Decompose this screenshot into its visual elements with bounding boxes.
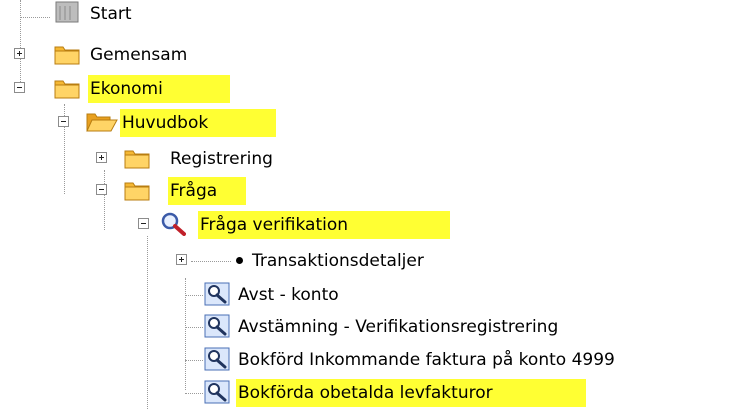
tree-item-gemensam[interactable]: Gemensam (0, 38, 747, 72)
tree-item-huvudbok[interactable]: Huvudbok (0, 106, 747, 140)
tree-item-label: Gemensam (90, 45, 188, 65)
search-report-icon (204, 347, 230, 371)
folder-closed-icon (54, 80, 80, 99)
search-report-icon (204, 380, 230, 404)
folder-closed-icon (54, 46, 80, 65)
tree-item-label: Avst - konto (238, 285, 339, 305)
magnifier-icon (161, 212, 186, 236)
tree-item-registrering[interactable]: Registrering (0, 142, 747, 176)
folder-closed-icon (124, 182, 150, 201)
search-report-icon (204, 282, 230, 306)
collapse-icon[interactable] (96, 184, 107, 195)
tree-item-bokforda-obetalda[interactable]: Bokförda obetalda levfakturor (0, 376, 747, 410)
bullet-icon (236, 257, 243, 264)
tree-item-label: Fråga (168, 177, 246, 205)
tree-item-transaktionsdetaljer[interactable]: Transaktionsdetaljer (0, 244, 747, 278)
tree-item-fraga-verifikation[interactable]: Fråga verifikation (0, 208, 747, 242)
search-report-icon (204, 314, 230, 338)
tree-item-ekonomi[interactable]: Ekonomi (0, 72, 747, 106)
expand-icon[interactable] (14, 48, 25, 59)
tree-item-label: Avstämning - Verifikationsregistrering (238, 317, 559, 337)
tree-item-label: Registrering (170, 149, 273, 169)
tree-item-label: Start (90, 4, 132, 24)
expand-icon[interactable] (96, 152, 107, 163)
tree-item-start[interactable]: Start (0, 1, 747, 36)
tree-item-label: Ekonomi (88, 75, 230, 103)
folder-open-icon (86, 113, 118, 132)
collapse-icon[interactable] (58, 116, 69, 127)
tree-item-fraga[interactable]: Fråga (0, 174, 747, 208)
tree-item-avst-konto[interactable]: Avst - konto (0, 278, 747, 312)
tree-item-bokford-inkommande[interactable]: Bokförd Inkommande faktura på konto 4999 (0, 343, 747, 377)
tree-item-label: Fråga verifikation (198, 211, 450, 239)
tree-item-label: Bokförd Inkommande faktura på konto 4999 (238, 350, 615, 370)
document-stack-icon (55, 1, 79, 23)
tree-item-avstamning[interactable]: Avstämning - Verifikationsregistrering (0, 310, 747, 344)
collapse-icon[interactable] (14, 82, 25, 93)
tree-item-label: Huvudbok (120, 109, 276, 137)
collapse-icon[interactable] (138, 218, 149, 229)
expand-icon[interactable] (176, 254, 187, 265)
tree-item-label: Bokförda obetalda levfakturor (236, 379, 586, 407)
navigation-tree: Start Gemensam Ekonomi Huvudbok Registre… (0, 0, 747, 409)
tree-item-label: Transaktionsdetaljer (252, 251, 424, 271)
folder-closed-icon (124, 150, 150, 169)
